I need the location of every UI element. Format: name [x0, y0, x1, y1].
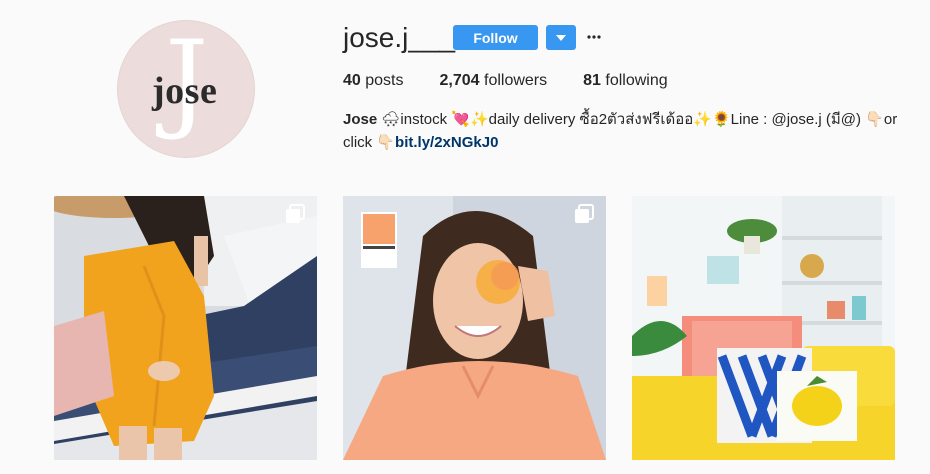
sparkles-emoji-icon-2: ✨	[693, 110, 712, 128]
following-count: 81	[583, 72, 601, 89]
pointing-down-emoji-icon: 👇🏻	[865, 110, 884, 128]
post-image-1	[54, 196, 317, 460]
profile-name: Jose	[343, 111, 378, 128]
follow-button[interactable]: Follow	[453, 25, 538, 50]
carousel-icon	[286, 204, 305, 223]
bio-text-4: or	[883, 111, 898, 128]
profile-bio: Jose 🌨instock 💘✨daily delivery ซื้อ2ตัวส…	[343, 108, 903, 154]
post-image-3	[632, 196, 895, 460]
more-options-button[interactable]	[586, 27, 602, 47]
following-stat[interactable]: 81 following	[583, 72, 668, 90]
bio-text-5: click	[343, 134, 377, 151]
sunflower-emoji-icon: 🌻	[711, 110, 731, 128]
avatar[interactable]: J jose	[117, 20, 255, 158]
bio-text-3: Line : @jose.j (มี@)	[730, 111, 866, 128]
suggested-dropdown-button[interactable]	[546, 25, 576, 50]
carousel-icon-2	[575, 204, 594, 223]
profile-page: J jose jose.j___ Follow 40 posts 2,704 f…	[0, 0, 930, 474]
posts-label: posts	[365, 72, 404, 89]
followers-count: 2,704	[439, 72, 480, 89]
followers-stat[interactable]: 2,704 followers	[440, 72, 548, 90]
post-thumbnail-3[interactable]	[632, 196, 895, 460]
posts-count: 40	[343, 72, 361, 89]
pointing-down-emoji-icon-2: 👇🏻	[376, 133, 396, 151]
post-thumbnail-2[interactable]	[343, 196, 606, 460]
bio-link[interactable]: bit.ly/2xNGkJ0	[395, 134, 498, 151]
bio-text-1: instock	[400, 111, 452, 128]
ellipsis-icon	[587, 35, 601, 39]
posts-stat: 40 posts	[343, 72, 404, 90]
bio-text-2: daily delivery ซื้อ2ตัวส่งฟรีเด้ออ	[488, 111, 694, 128]
profile-stats: 40 posts 2,704 followers 81 following	[343, 72, 704, 90]
caret-down-icon	[556, 34, 566, 41]
snow-cloud-emoji-icon: 🌨	[381, 110, 401, 128]
heart-arrow-emoji-icon: 💘	[451, 110, 470, 128]
post-thumbnail-1[interactable]	[54, 196, 317, 460]
sparkles-emoji-icon: ✨	[469, 110, 489, 128]
following-label: following	[605, 72, 668, 89]
avatar-word: jose	[152, 70, 218, 112]
followers-label: followers	[484, 72, 548, 89]
post-image-2	[343, 196, 606, 460]
username: jose.j___	[343, 22, 456, 53]
